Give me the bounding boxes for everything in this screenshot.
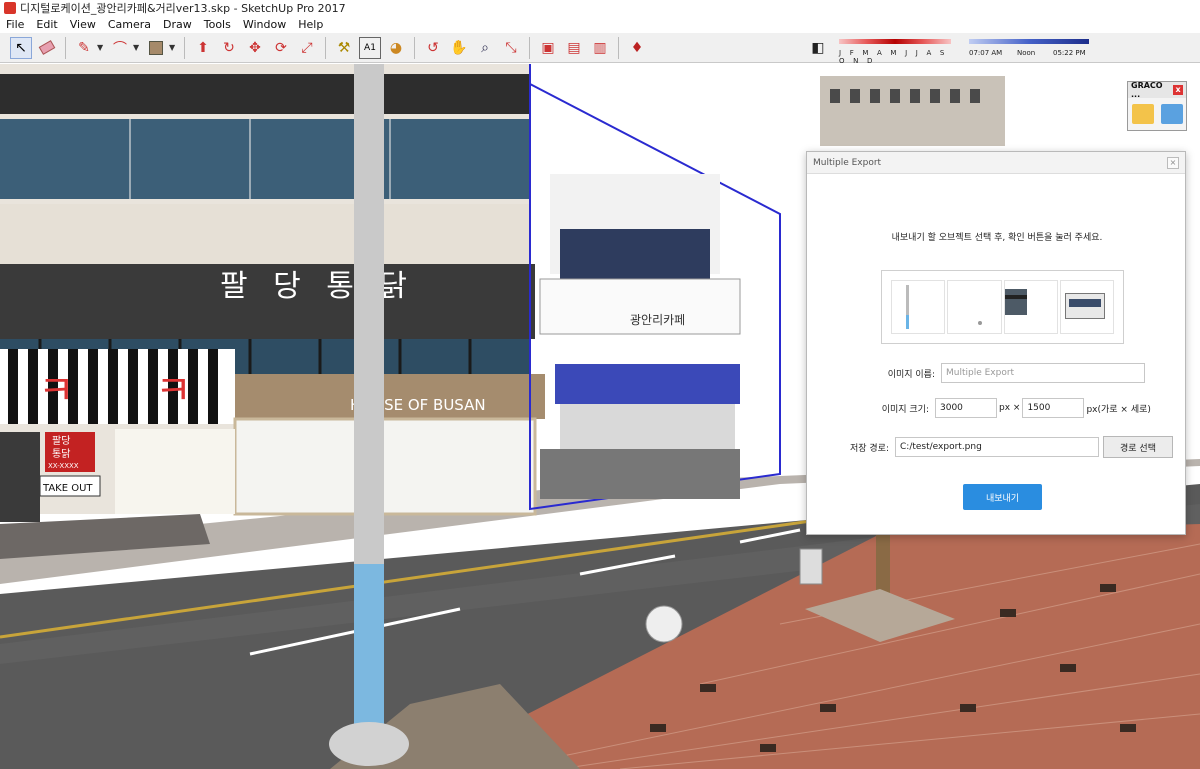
save-path-row: 저장 경로: C:/test/export.png 경로 선택 [829,436,1173,458]
px-times-label: px × [999,403,1021,413]
people-icon[interactable] [1160,104,1183,124]
svg-text:ㅋ: ㅋ [38,368,75,414]
zoom-tool-icon[interactable]: ⌕ [474,37,496,59]
dialog-header: Multiple Export × [807,152,1185,174]
extension-warehouse-icon[interactable]: ♦ [626,37,648,59]
svg-text:통닭: 통닭 [52,448,70,460]
menu-help[interactable]: Help [292,18,329,31]
thumbnail-strip [881,270,1124,344]
far-building [820,76,1005,146]
image-size-label: 이미지 크기: [881,404,929,415]
dotted-facade [555,364,740,404]
thumbnail-building[interactable] [1059,280,1114,334]
svg-text:광안리카페: 광안리카페 [630,313,685,327]
export-button[interactable]: 내보내기 [963,484,1042,510]
time-start-label: 07:07 AM [969,49,1003,57]
graco-close-icon[interactable]: x [1173,85,1183,95]
height-input[interactable]: 1500 [1022,398,1085,418]
months-label: J F M A M J J A S O N D [839,49,948,65]
window-title: 디지털로케이션_광안리카페&거리ver13.skp - SketchUp Pro… [20,2,346,15]
dialog-title: Multiple Export [813,157,882,168]
image-name-label: 이미지 이름: [887,369,935,380]
rectangle-tool-icon[interactable] [145,37,167,59]
pencil-tool-icon[interactable]: ✎ [73,37,95,59]
path-select-button[interactable]: 경로 선택 [1103,436,1173,458]
image-name-row: 이미지 이름: Multiple Export [869,363,1145,383]
move-tool-icon[interactable]: ✥ [244,37,266,59]
menu-window[interactable]: Window [237,18,292,31]
bollard [799,548,823,585]
chevron-down-icon[interactable]: ▼ [133,43,141,52]
shadow-toggle-icon[interactable]: ◧ [807,37,829,59]
store-sign-korean: 팔 당 통 닭 [220,269,415,304]
multiple-export-dialog: Multiple Export × 내보내기 할 오브젝트 선택 후, 확인 버… [806,151,1186,535]
push-pull-tool-icon[interactable]: ⬆ [192,37,214,59]
width-input[interactable]: 3000 [935,398,997,418]
save-path-label: 저장 경로: [849,443,889,454]
bollard [645,605,683,643]
takeout-sign: TAKE OUT [42,483,93,494]
px-suffix-label: px(가로 × 세로) [1086,404,1151,415]
menu-draw[interactable]: Draw [157,18,198,31]
menu-camera[interactable]: Camera [102,18,157,31]
layout-send-icon[interactable]: ▥ [589,37,611,59]
sketchup-app-icon [4,2,16,14]
graco-panel: GRACO ... x [1127,81,1187,131]
paint-bucket-tool-icon[interactable]: ◕ [385,37,407,59]
thumbnail-pole[interactable] [891,280,946,334]
text-tool-icon[interactable]: A1 [359,36,381,59]
tape-measure-tool-icon[interactable]: ⚒ [333,37,355,59]
save-path-input[interactable]: C:/test/export.png [895,437,1099,457]
menu-view[interactable]: View [64,18,102,31]
dialog-close-icon[interactable]: × [1167,156,1179,169]
3d-warehouse-icon[interactable]: ▣ [537,37,559,59]
menu-tools[interactable]: Tools [198,18,237,31]
graco-title: GRACO ... [1131,81,1163,99]
orbit-tool-icon[interactable]: ↺ [422,37,444,59]
dialog-instruction: 내보내기 할 오브젝트 선택 후, 확인 버튼을 눌러 주세요. [891,233,1103,243]
chevron-down-icon[interactable]: ▼ [169,43,177,52]
time-end-label: 05:22 PM [1053,49,1086,57]
window-titlebar: 디지털로케이션_광안리카페&거리ver13.skp - SketchUp Pro… [0,0,1200,16]
svg-text:ㅋ: ㅋ [155,368,192,414]
chevron-down-icon[interactable]: ▼ [97,43,105,52]
menu-edit[interactable]: Edit [30,18,63,31]
menu-file[interactable]: File [0,18,30,31]
shadow-panel: ◧ J F M A M J J A S O N D 07:07 AM Noon … [805,35,1195,65]
eraser-tool-icon[interactable] [36,37,58,59]
scale-tool-icon[interactable]: ⤢ [296,37,318,59]
follow-me-tool-icon[interactable]: ↻ [218,37,240,59]
menu-bar: File Edit View Camera Draw Tools Window … [0,16,1200,32]
svg-text:팔당: 팔당 [52,435,70,447]
svg-text:XX-XXXX: XX-XXXX [48,462,79,470]
time-noon-label: Noon [1017,49,1036,57]
time-slider[interactable]: 07:07 AM Noon 05:22 PM [969,37,1089,59]
folder-icon[interactable] [1131,104,1154,124]
thumbnail-point[interactable] [947,280,1002,334]
striped-facade: ㅋ ㅋ [0,349,235,424]
share-model-icon[interactable]: ▤ [563,37,585,59]
rotate-tool-icon[interactable]: ⟳ [270,37,292,59]
image-size-row: 이미지 크기: 3000 px × 1500 px(가로 × 세로) [863,398,1151,418]
month-slider[interactable]: J F M A M J J A S O N D [839,37,951,65]
arc-tool-icon[interactable]: ⌒ [109,37,131,59]
zoom-extents-tool-icon[interactable]: ⤡ [500,37,522,59]
pan-tool-icon[interactable]: ✋ [448,37,470,59]
thumbnail-building-corner[interactable] [1003,280,1058,334]
image-name-input[interactable]: Multiple Export [941,363,1145,383]
select-tool-icon[interactable]: ↖ [10,36,32,59]
